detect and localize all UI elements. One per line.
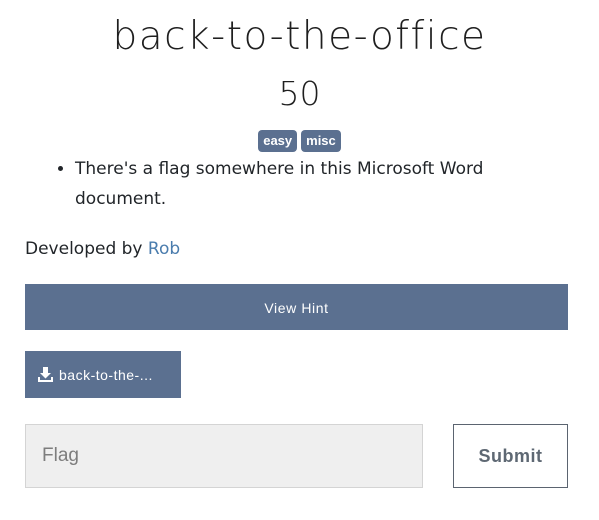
developer-credit: Developed by Rob	[25, 234, 180, 264]
developer-prefix: Developed by	[25, 239, 148, 259]
submit-button[interactable]: Submit	[453, 424, 568, 488]
tag-list: easy misc	[0, 130, 599, 152]
challenge-page: back-to-the-office 50 easy misc There's …	[0, 0, 599, 520]
file-download-button[interactable]: back-to-the-...	[25, 351, 181, 398]
author-link[interactable]: Rob	[148, 239, 180, 259]
view-hint-button[interactable]: View Hint	[25, 284, 568, 330]
download-icon	[38, 367, 53, 382]
file-name-label: back-to-the-...	[59, 366, 153, 383]
challenge-title: back-to-the-office	[112, 14, 487, 59]
challenge-points: 50	[278, 74, 321, 113]
challenge-description: There's a flag somewhere in this Microso…	[25, 154, 545, 214]
tag-badge-difficulty: easy	[258, 130, 298, 152]
tag-badge-category: misc	[301, 130, 341, 152]
description-item: There's a flag somewhere in this Microso…	[75, 154, 545, 214]
flag-input[interactable]	[25, 424, 423, 488]
